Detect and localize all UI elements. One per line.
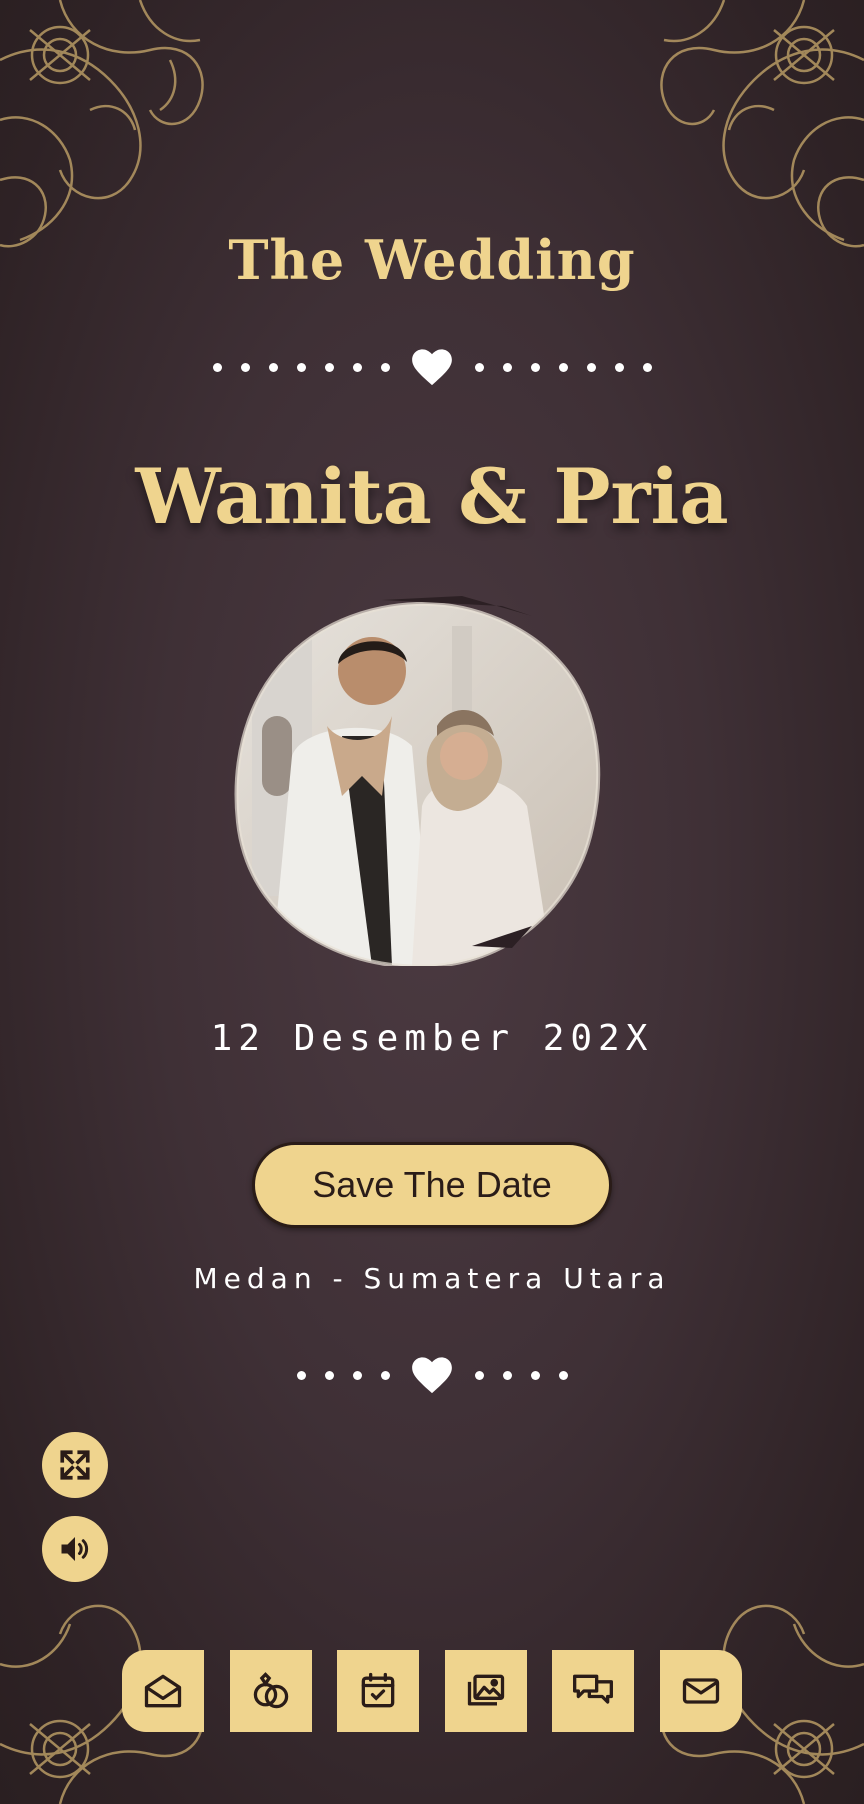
nav-event-button[interactable] (337, 1650, 420, 1732)
bottom-nav (122, 1650, 742, 1732)
divider-dot (642, 362, 652, 372)
couple-names: Wanita & Pria (135, 452, 729, 541)
event-location: Medan - Sumatera Utara (193, 1262, 671, 1295)
nav-gallery-button[interactable] (444, 1650, 527, 1732)
envelope-open-icon (144, 1674, 182, 1708)
divider-dot (296, 362, 306, 372)
divider-dot (240, 362, 250, 372)
divider-dot (352, 362, 362, 372)
divider-dot (474, 1370, 484, 1380)
divider-dot (352, 1370, 362, 1380)
chat-icon (573, 1674, 614, 1704)
divider-dot (380, 1370, 390, 1380)
divider-dot (586, 362, 596, 372)
save-the-date-button[interactable]: Save The Date (252, 1142, 612, 1228)
heart-icon (412, 1357, 452, 1394)
nav-couple-button[interactable] (229, 1650, 312, 1732)
calendar-check-icon (361, 1672, 395, 1708)
couple-photo (234, 596, 601, 966)
divider-dot (558, 362, 568, 372)
wedding-subtitle: The Wedding (228, 228, 636, 292)
volume-icon (61, 1537, 89, 1561)
divider-dot (324, 1370, 334, 1380)
divider-dot (558, 1370, 568, 1380)
gallery-icon (467, 1674, 504, 1706)
divider-dot (380, 362, 390, 372)
divider-dot (268, 362, 278, 372)
divider-dot (324, 362, 334, 372)
nav-cover-button[interactable] (122, 1650, 204, 1732)
divider-dot (530, 362, 540, 372)
volume-button[interactable] (42, 1516, 108, 1582)
divider-dot (296, 1370, 306, 1380)
divider-dot (502, 362, 512, 372)
rings-icon (253, 1672, 288, 1709)
divider-bottom (0, 1356, 864, 1394)
divider-dot (530, 1370, 540, 1380)
divider-dot (502, 1370, 512, 1380)
fullscreen-icon (60, 1450, 90, 1480)
heart-icon (412, 349, 452, 386)
event-date: 12 Desember 202X (210, 1018, 654, 1059)
divider-dot (212, 362, 222, 372)
divider-dot (614, 362, 624, 372)
mail-icon (682, 1678, 720, 1704)
divider-top (0, 348, 864, 386)
nav-contact-button[interactable] (659, 1650, 742, 1732)
nav-wishes-button[interactable] (552, 1650, 635, 1732)
divider-dot (474, 362, 484, 372)
fullscreen-button[interactable] (42, 1432, 108, 1498)
